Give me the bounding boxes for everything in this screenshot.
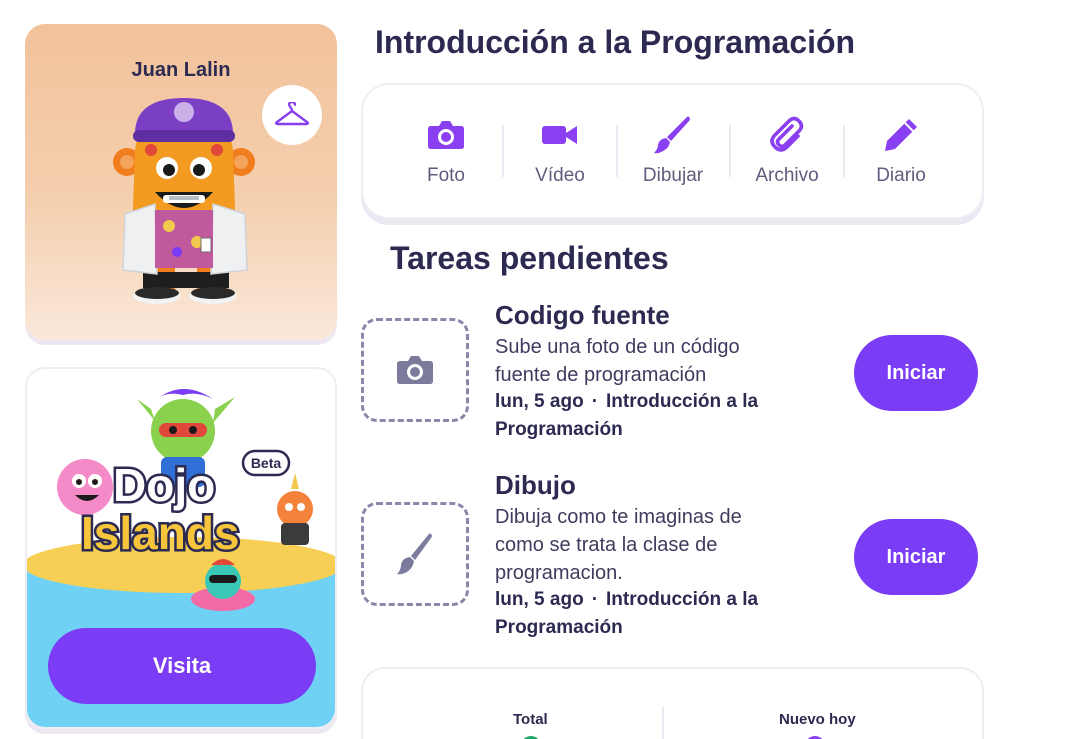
- task-class: Introducción a la: [606, 391, 759, 412]
- task-meta: lun, 5 ago · Introducción a la Programació…: [495, 391, 759, 440]
- pencil-icon: [885, 119, 917, 151]
- upload-photo-option[interactable]: Foto: [396, 115, 496, 187]
- upload-journal-label: Diario: [876, 165, 926, 186]
- student-profile-card[interactable]: Juan Lalin: [25, 24, 337, 340]
- task-class-line2: Programación: [495, 617, 623, 638]
- islands-title-line1: Dojo: [113, 459, 215, 511]
- stats-card: Total Nuevo hoy: [361, 667, 984, 739]
- class-title: Introducción a la Programación: [375, 24, 856, 60]
- task-description: Dibuja como te imaginas de como se trata…: [495, 506, 742, 584]
- islands-title-line2: Islands: [81, 507, 240, 559]
- start-task-button[interactable]: Iniciar: [854, 519, 978, 595]
- upload-options-card: Foto Vídeo Dibujar Archivo Diario: [361, 83, 984, 219]
- brush-icon: [654, 116, 690, 154]
- upload-draw-label: Dibujar: [642, 165, 704, 186]
- avatar: [113, 98, 255, 304]
- start-task-button[interactable]: Iniciar: [854, 335, 978, 411]
- total-label: Total: [513, 711, 548, 728]
- stats-divider: [662, 707, 664, 739]
- upload-photo-label: Foto: [426, 165, 466, 186]
- camera-icon: [397, 356, 433, 384]
- hanger-icon: [275, 102, 309, 126]
- task-meta: lun, 5 ago · Introducción a la Programació…: [495, 589, 759, 638]
- task-class: Introducción a la: [606, 589, 759, 610]
- student-name: Juan Lalin: [131, 59, 231, 81]
- upload-file-option[interactable]: Archivo: [737, 115, 837, 187]
- option-divider: [843, 125, 845, 177]
- visit-button[interactable]: Visita: [48, 628, 316, 704]
- customize-avatar-button[interactable]: [262, 85, 322, 145]
- beta-badge: Beta: [251, 455, 282, 471]
- new-today-label: Nuevo hoy: [779, 711, 856, 728]
- task-name: Dibujo: [495, 470, 576, 500]
- task-name: Codigo fuente: [495, 300, 670, 330]
- video-icon: [542, 126, 577, 144]
- task-description: Sube una foto de un código fuente de pro…: [495, 336, 740, 386]
- brush-icon: [397, 533, 432, 575]
- upload-file-label: Archivo: [755, 165, 819, 186]
- dojo-islands-card: Dojo Islands Beta Visita: [25, 367, 337, 729]
- task-thumbnail: [361, 502, 469, 606]
- camera-icon: [428, 121, 464, 149]
- upload-video-option[interactable]: Vídeo: [510, 115, 610, 187]
- option-divider: [502, 125, 504, 177]
- paperclip-icon: [770, 116, 804, 152]
- task-date: lun, 5 ago: [495, 391, 584, 412]
- upload-video-label: Vídeo: [535, 165, 585, 186]
- option-divider: [729, 125, 731, 177]
- upload-journal-option[interactable]: Diario: [851, 115, 951, 187]
- task-thumbnail: [361, 318, 469, 422]
- option-divider: [616, 125, 618, 177]
- pending-tasks-title: Tareas pendientes: [390, 240, 669, 276]
- task-class-line2: Programación: [495, 419, 623, 440]
- upload-draw-option[interactable]: Dibujar: [623, 115, 723, 187]
- task-date: lun, 5 ago: [495, 589, 584, 610]
